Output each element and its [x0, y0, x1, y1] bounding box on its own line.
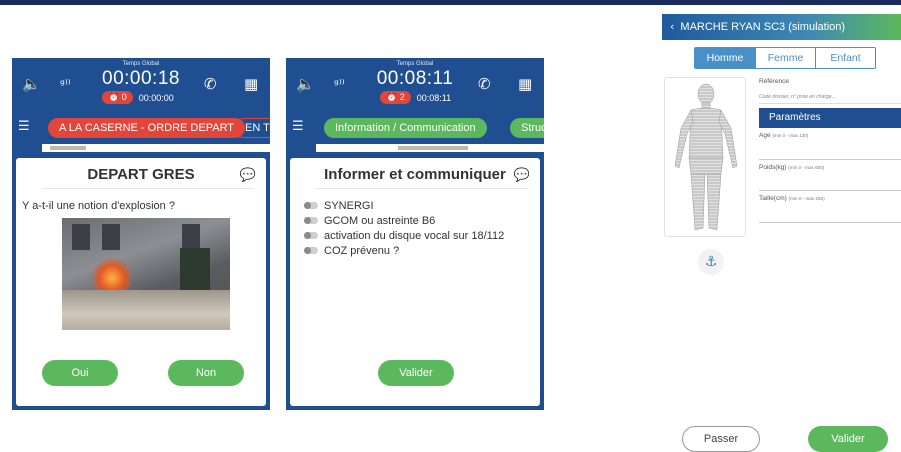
calculator-icon[interactable]: ▦	[518, 75, 532, 93]
weight-hint: (min 0 - max 600)	[788, 165, 825, 170]
divider	[42, 188, 254, 189]
age-label: Age (min 0 - max 130)	[759, 132, 808, 139]
divider	[316, 188, 528, 189]
checklist-item-label: activation du disque vocal sur 18/112	[324, 229, 505, 242]
no-button[interactable]: Non	[168, 360, 244, 386]
alarm-count: 0	[121, 92, 127, 102]
alarm-clock-icon: ⏰	[386, 92, 398, 102]
tab-structure[interactable]: Struc	[510, 118, 544, 138]
checklist: SYNERGI GCOM ou astreinte B6 activation …	[304, 198, 504, 258]
yes-button[interactable]: Oui	[42, 360, 118, 386]
alarm-badge: ⏰ 0	[102, 91, 133, 104]
alarm-time: 00:00:00	[138, 92, 174, 103]
parameters-section-header: Paramètres	[759, 108, 901, 128]
weight-input[interactable]	[759, 190, 901, 191]
phone-icon[interactable]: ✆	[204, 75, 217, 93]
checklist-item[interactable]: SYNERGI	[304, 198, 504, 213]
alarm-badge: ⏰ 2	[380, 91, 411, 104]
form-title: MARCHE RYAN SC3 (simulation)	[680, 21, 846, 33]
validate-button[interactable]: Valider	[378, 360, 454, 386]
age-input[interactable]	[759, 159, 901, 160]
phone-panel-departure: 🔈 ᵍ⁾⁾ Temps Global 00:00:18 ⏰ 0 00:00:00…	[12, 58, 270, 410]
photo-window	[102, 224, 120, 250]
checklist-item[interactable]: COZ prévenu ?	[304, 243, 504, 258]
back-chevron-icon[interactable]: ‹	[670, 20, 674, 33]
gender-segmented-control: Homme Femme Enfant	[694, 47, 876, 69]
horizontal-scrollbar[interactable]	[316, 144, 544, 152]
card-title: DEPART GRES	[87, 166, 195, 183]
toggle-switch[interactable]	[304, 217, 318, 224]
form-header: ‹ MARCHE RYAN SC3 (simulation)	[662, 14, 901, 40]
height-hint: (min 0 - max 250)	[788, 196, 825, 201]
horizontal-scrollbar[interactable]	[42, 144, 270, 152]
anchor-icon[interactable]: ⚓	[698, 249, 724, 275]
photo-window	[72, 224, 90, 250]
toggle-switch[interactable]	[304, 247, 318, 254]
checklist-item[interactable]: GCOM ou astreinte B6	[304, 213, 504, 228]
global-timer: 00:08:11	[376, 68, 454, 89]
app-header: 🔈 ᵍ⁾⁾ Temps Global 00:08:11 ⏰ 2 00:08:11…	[286, 58, 544, 112]
alarm-count: 2	[399, 92, 405, 102]
calculator-icon[interactable]: ▦	[244, 75, 258, 93]
question-text: Y a-t-il une notion d'explosion ?	[22, 200, 175, 212]
timer-label: Temps Global	[122, 61, 160, 67]
height-input[interactable]	[759, 222, 901, 223]
tab-bar: ☰ Information / Communication Struc	[286, 112, 544, 144]
checklist-item-label: GCOM ou astreinte B6	[324, 214, 436, 227]
photo-window	[182, 224, 200, 250]
checklist-item[interactable]: activation du disque vocal sur 18/112	[304, 228, 504, 243]
tab-information-communication[interactable]: Information / Communication	[324, 118, 487, 138]
body-diagram[interactable]	[664, 77, 746, 237]
timer-label: Temps Global	[396, 61, 434, 67]
weight-label-text: Poids(kg)	[759, 164, 787, 171]
segment-femme[interactable]: Femme	[755, 48, 815, 68]
phone-icon[interactable]: ✆	[478, 75, 491, 93]
alarm-row: ⏰ 2 00:08:11	[380, 91, 451, 104]
alarm-clock-icon: ⏰	[108, 92, 120, 102]
segment-homme[interactable]: Homme	[695, 48, 755, 68]
reference-label: Référence	[759, 78, 789, 85]
card-title: Informer et communiquer	[324, 166, 506, 183]
toggle-switch[interactable]	[304, 202, 318, 209]
reference-underline	[759, 103, 901, 104]
age-label-text: Age	[759, 132, 771, 139]
scrollbar-thumb[interactable]	[398, 146, 468, 150]
tab-en-transit[interactable]: EN TR	[234, 118, 270, 138]
alarm-time: 00:08:11	[416, 92, 452, 103]
age-hint: (min 0 - max 130)	[772, 133, 809, 138]
patient-form-panel: ‹ MARCHE RYAN SC3 (simulation) Homme Femm…	[662, 14, 901, 446]
validate-form-button[interactable]: Valider	[808, 426, 888, 452]
weight-label: Poids(kg) (min 0 - max 600)	[759, 164, 824, 171]
top-bar	[0, 0, 901, 5]
phone-panel-communication: 🔈 ᵍ⁾⁾ Temps Global 00:08:11 ⏰ 2 00:08:11…	[286, 58, 544, 410]
tab-caserne-ordre-depart[interactable]: A LA CASERNE - ORDRE DEPART	[48, 118, 246, 138]
photo-debris	[62, 290, 230, 330]
toggle-switch[interactable]	[304, 232, 318, 239]
alarm-row: ⏰ 0 00:00:00	[102, 91, 174, 104]
scrollbar-thumb[interactable]	[50, 146, 86, 150]
tab-bar: ☰ A LA CASERNE - ORDRE DEPART EN TR	[12, 112, 270, 144]
checklist-card: Informer et communiquer 💬 SYNERGI GCOM o…	[290, 158, 540, 406]
question-card: DEPART GRES 💬 Y a-t-il une notion d'expl…	[16, 158, 266, 406]
height-label-text: Taille(cm)	[759, 195, 787, 202]
chat-icon[interactable]: 💬	[514, 168, 530, 183]
checklist-item-label: COZ prévenu ?	[324, 244, 400, 257]
segment-enfant[interactable]: Enfant	[815, 48, 875, 68]
human-body-figure	[674, 83, 738, 231]
reference-input[interactable]: Code dossier, n° prise en charge...	[759, 94, 836, 100]
list-menu-icon[interactable]: ☰	[292, 119, 304, 134]
explosion-photo	[62, 218, 230, 330]
global-timer: 00:00:18	[102, 68, 180, 89]
skip-button[interactable]: Passer	[682, 426, 760, 452]
list-menu-icon[interactable]: ☰	[18, 119, 30, 134]
chat-icon[interactable]: 💬	[240, 168, 256, 183]
app-header: 🔈 ᵍ⁾⁾ Temps Global 00:00:18 ⏰ 0 00:00:00…	[12, 58, 270, 112]
checklist-item-label: SYNERGI	[324, 199, 374, 212]
height-label: Taille(cm) (min 0 - max 250)	[759, 195, 825, 202]
